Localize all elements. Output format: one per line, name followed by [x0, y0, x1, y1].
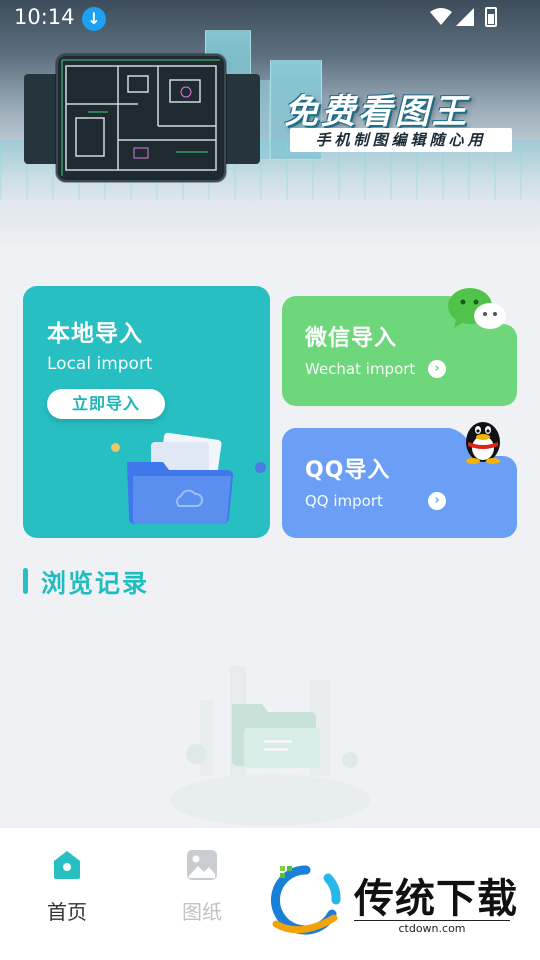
qq-import-title: QQ导入 — [305, 458, 391, 483]
wechat-import-subtitle: Wechat import — [305, 360, 416, 378]
nav-label-home: 首页 — [47, 900, 87, 924]
local-import-subtitle: Local import — [47, 354, 153, 374]
watermark-text: 传统下载 — [354, 876, 518, 922]
hero-banner: 免费看图王 手机制图编辑随心用 — [0, 0, 540, 250]
banner-title: 免费看图王 — [284, 92, 469, 132]
chevron-right-icon[interactable]: › — [428, 360, 446, 378]
history-title: 浏览记录 — [41, 569, 150, 598]
decor-dot — [111, 443, 120, 452]
local-import-card[interactable]: 本地导入 Local import 立即导入 — [23, 286, 270, 538]
nav-label-drawings: 图纸 — [182, 900, 222, 924]
folder-icon — [127, 432, 233, 524]
wechat-icon — [448, 288, 506, 329]
status-bar: 10:14 ↓ — [0, 0, 540, 36]
chevron-right-icon[interactable]: › — [428, 492, 446, 510]
home-icon — [54, 851, 80, 879]
battery-icon — [485, 7, 497, 27]
wechat-import-card[interactable]: 微信导入 Wechat import › — [282, 288, 517, 406]
wifi-icon — [430, 8, 452, 25]
banner-subtitle: 手机制图编辑随心用 — [290, 128, 512, 152]
section-accent-bar — [23, 568, 28, 594]
wechat-import-title: 微信导入 — [305, 326, 398, 351]
nav-item-drawings[interactable]: 图纸 — [167, 844, 237, 924]
status-time: 10:14 — [14, 5, 75, 29]
local-import-title: 本地导入 — [47, 321, 143, 347]
qq-import-card[interactable]: QQ导入 QQ import › — [282, 422, 517, 538]
qq-penguin-icon — [466, 422, 500, 464]
floor-plan-shadow — [220, 74, 260, 164]
ctdown-logo-icon — [271, 865, 341, 935]
download-icon: ↓ — [82, 7, 106, 31]
watermark: 传统下载 ctdown.com — [268, 862, 518, 942]
floor-plan-illustration — [56, 54, 226, 182]
signal-icon — [456, 8, 474, 26]
qq-import-subtitle: QQ import — [305, 492, 383, 510]
watermark-url: ctdown.com — [354, 920, 510, 935]
decor-dot — [255, 462, 266, 473]
import-now-button[interactable]: 立即导入 — [47, 389, 165, 419]
nav-item-home[interactable]: 首页 — [32, 844, 102, 924]
image-icon — [187, 850, 217, 880]
empty-state-illustration — [170, 666, 370, 826]
